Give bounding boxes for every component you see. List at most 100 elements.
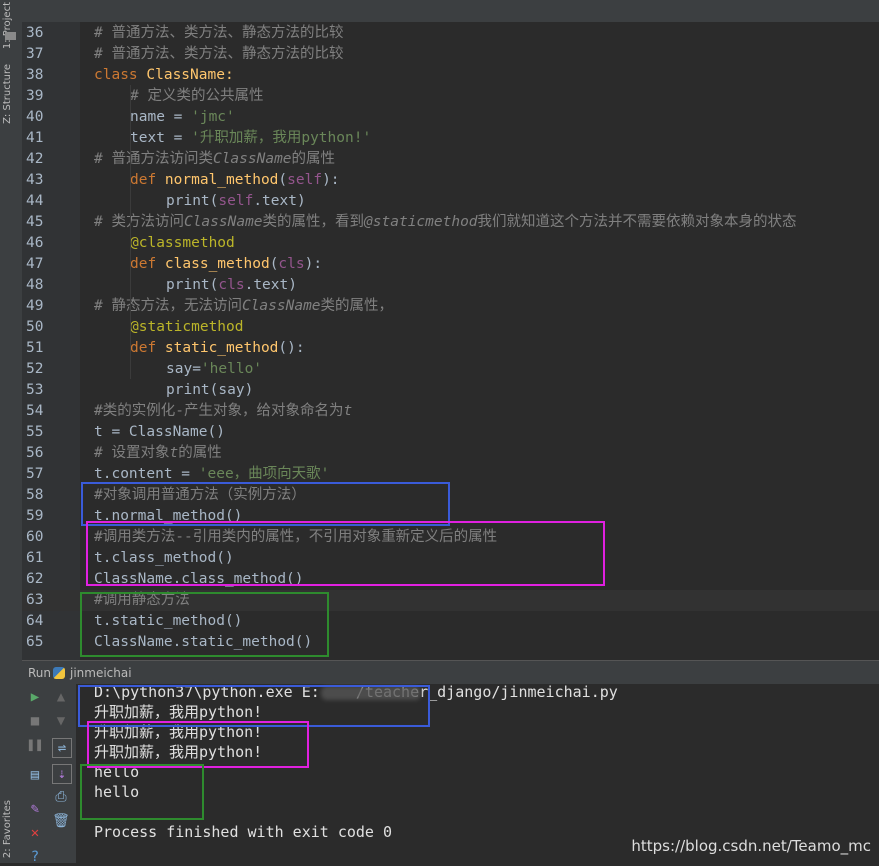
code-line[interactable]: 38 class ClassName: (22, 65, 879, 86)
code-line[interactable]: 52 say='hello' (22, 359, 879, 380)
code-token: # 普通方法、类方法、静态方法的比较 (94, 25, 344, 41)
code-line[interactable]: 61 t.class_method() (22, 548, 879, 569)
code-token: @staticmethod (130, 319, 244, 335)
code-token: @staticmethod (364, 214, 478, 230)
code-line[interactable]: 57 t.content = 'eee，曲项向天歌' (22, 464, 879, 485)
code-line[interactable]: 37 # 普通方法、类方法、静态方法的比较 (22, 44, 879, 65)
code-text: t.content = 'eee，曲项向天歌' (94, 464, 329, 485)
code-text: t.class_method() (94, 548, 234, 569)
code-line[interactable]: 62 ClassName.class_method() (22, 569, 879, 590)
code-line[interactable]: 58 #对象调用普通方法（实例方法） (22, 485, 879, 506)
code-line[interactable]: 40 name = 'jmc' (22, 107, 879, 128)
code-token: t.content = (94, 466, 199, 482)
code-token: def (130, 340, 165, 356)
console-line: 升职加薪，我用python! (94, 743, 263, 761)
code-line[interactable]: 47 def class_method(cls): (22, 254, 879, 275)
code-text: #调用静态方法 (94, 590, 190, 611)
pin-icon[interactable]: ✎ (26, 800, 44, 818)
line-number: 54 (26, 403, 44, 419)
code-line[interactable]: 49 # 静态方法，无法访问ClassName类的属性， (22, 296, 879, 317)
help-icon[interactable]: ? (26, 848, 44, 866)
code-token: ClassName (183, 214, 263, 230)
line-number: 48 (26, 277, 44, 293)
line-number: 45 (26, 214, 44, 230)
code-text: # 设置对象t的属性 (94, 443, 222, 464)
run-toolbar-secondary: ▲ ▼ ⇌ ⇣ ⎙ 🗑 (48, 684, 77, 863)
code-token: class (94, 67, 147, 83)
code-text: @classmethod (130, 233, 235, 254)
run-tab-label[interactable]: Run (28, 666, 51, 680)
code-line[interactable]: 59 t.normal_method() (22, 506, 879, 527)
project-tab[interactable]: 1: Project (2, 2, 13, 49)
structure-tab[interactable]: Z: Structure (2, 64, 13, 124)
code-line[interactable]: 55 t = ClassName() (22, 422, 879, 443)
rerun-icon[interactable]: ▶ (26, 688, 44, 706)
line-number: 41 (26, 130, 44, 146)
code-text: def static_method(): (130, 338, 305, 359)
scroll-down-icon[interactable]: ▼ (52, 712, 70, 730)
code-token: .text) (253, 193, 306, 209)
code-token: #对象调用普通方法（实例方法） (94, 487, 306, 503)
stop-icon[interactable]: ■ (26, 712, 44, 730)
line-number: 43 (26, 172, 44, 188)
code-token: t (343, 403, 353, 419)
line-number: 44 (26, 193, 44, 209)
code-line[interactable]: 63 #调用静态方法 (22, 590, 879, 611)
code-text: print(self.text) (166, 191, 306, 212)
code-token: 的属性 (291, 151, 336, 167)
code-text: # 类方法访问ClassName类的属性，看到@staticmethod我们就知… (94, 212, 797, 233)
run-config-name[interactable]: jinmeichai (70, 666, 132, 680)
code-token: t (169, 445, 179, 461)
code-text: say='hello' (166, 359, 262, 380)
close-icon[interactable]: ✕ (26, 824, 44, 842)
line-number: 53 (26, 382, 44, 398)
code-line[interactable]: 45 # 类方法访问ClassName类的属性，看到@staticmethod我们… (22, 212, 879, 233)
scroll-up-icon[interactable]: ▲ (52, 688, 70, 706)
soft-wrap-icon[interactable]: ⇌ (52, 738, 72, 758)
favorites-tab[interactable]: 2: Favorites (2, 800, 13, 858)
code-token: t.normal_method() (94, 508, 243, 524)
code-line[interactable]: 46 @classmethod (22, 233, 879, 254)
trash-icon[interactable]: 🗑 (52, 812, 70, 830)
code-token: 我们就知道这个方法并不需要依赖对象本身的状态 (477, 214, 797, 230)
code-line[interactable]: 53 print(say) (22, 380, 879, 401)
line-number: 58 (26, 487, 44, 503)
code-token: normal_method (164, 172, 279, 188)
code-line[interactable]: 60 #调用类方法--引用类内的属性，不引用对象重新定义后的属性 (22, 527, 879, 548)
indent-guide (130, 85, 131, 379)
code-line[interactable]: 56 # 设置对象t的属性 (22, 443, 879, 464)
code-text: # 普通方法、类方法、静态方法的比较 (94, 23, 343, 44)
code-line[interactable]: 44 print(self.text) (22, 191, 879, 212)
code-token: # 类方法访问 (94, 214, 184, 230)
console-line: Process finished with exit code 0 (94, 823, 393, 841)
code-token: # 静态方法，无法访问 (94, 298, 242, 314)
left-tool-strip: 1: Project Z: Structure 2: Favorites (0, 0, 23, 863)
code-line[interactable]: 48 print(cls.text) (22, 275, 879, 296)
code-line[interactable]: 51 def static_method(): (22, 338, 879, 359)
pause-icon[interactable]: ❚❚ (26, 736, 44, 754)
python-icon (53, 667, 65, 679)
code-line[interactable]: 42 # 普通方法访问类ClassName的属性 (22, 149, 879, 170)
code-text: # 普通方法、类方法、静态方法的比较 (94, 44, 343, 65)
code-line[interactable]: 39 # 定义类的公共属性 (22, 86, 879, 107)
dump-threads-icon[interactable]: ▤ (26, 766, 44, 784)
print-icon[interactable]: ⎙ (52, 788, 70, 806)
code-line[interactable]: 65 ClassName.static_method() (22, 632, 879, 653)
code-token: ClassName.class_method() (94, 571, 304, 587)
code-text: ClassName.class_method() (94, 569, 304, 590)
code-editor[interactable]: 36 # 普通方法、类方法、静态方法的比较 37 # 普通方法、类方法、静态方法的比较… (22, 22, 879, 660)
code-line[interactable]: 36 # 普通方法、类方法、静态方法的比较 (22, 23, 879, 44)
line-number: 61 (26, 550, 44, 566)
code-line[interactable]: 41 text = '升职加薪，我用python!' (22, 128, 879, 149)
code-text: t = ClassName() (94, 422, 225, 443)
code-token: print( (166, 277, 219, 293)
code-token: name = (130, 109, 192, 125)
scroll-to-end-icon[interactable]: ⇣ (52, 764, 72, 784)
code-line[interactable]: 54 #类的实例化-产生对象，给对象命名为t (22, 401, 879, 422)
code-line[interactable]: 50 @staticmethod (22, 317, 879, 338)
code-line[interactable]: 43 def normal_method(self): (22, 170, 879, 191)
code-line[interactable]: 64 t.static_method() (22, 611, 879, 632)
code-text: print(say) (166, 380, 253, 401)
code-token: #调用静态方法 (94, 592, 190, 608)
line-number: 60 (26, 529, 44, 545)
